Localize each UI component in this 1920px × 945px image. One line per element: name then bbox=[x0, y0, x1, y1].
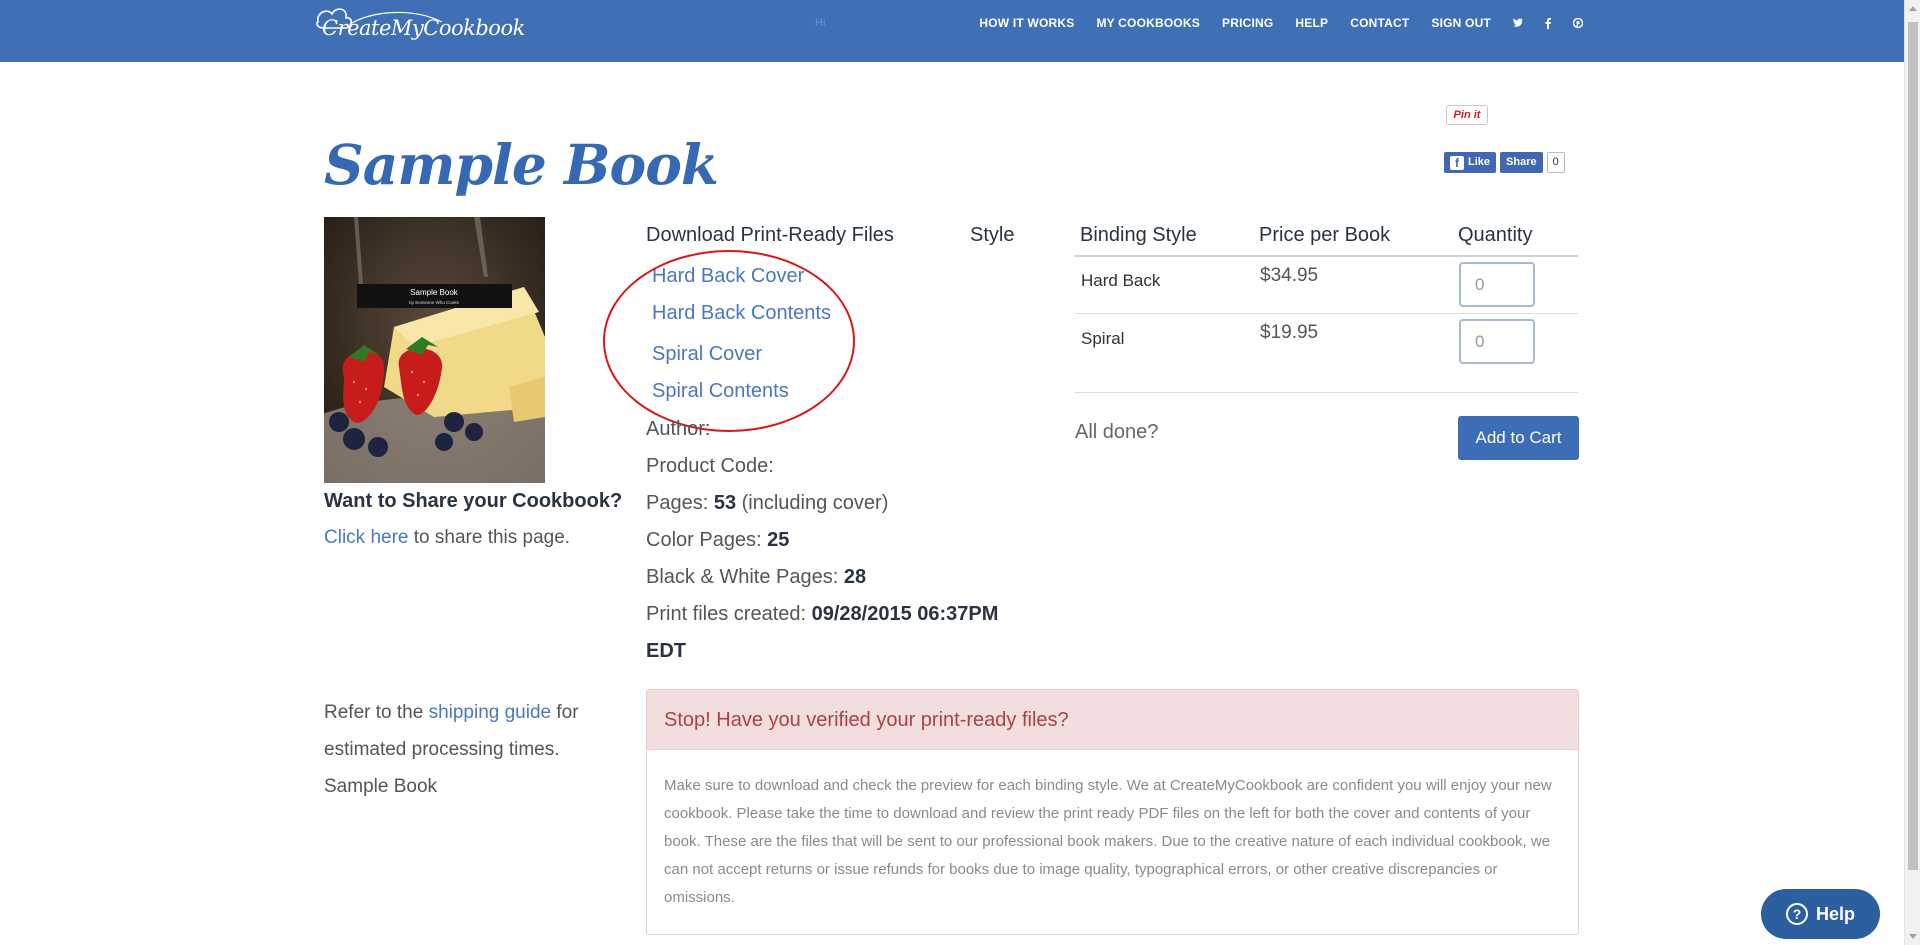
cover-subtitle: by Someone Who Cooks bbox=[409, 300, 460, 305]
meta-author: Author: bbox=[646, 418, 711, 440]
facebook-share-button[interactable]: Share bbox=[1500, 152, 1543, 173]
page-title: Sample Book bbox=[324, 132, 719, 197]
scrollbar-thumb[interactable] bbox=[1908, 22, 1918, 870]
bw-pages-value: 28 bbox=[843, 566, 867, 588]
bw-pages-label: Black & White Pages: bbox=[646, 566, 844, 588]
pages-suffix: (including cover) bbox=[736, 492, 889, 514]
color-pages-value: 25 bbox=[767, 529, 790, 551]
table-header-divider bbox=[1075, 255, 1578, 257]
meta-bw-pages: Black & White Pages: 28 bbox=[646, 566, 866, 589]
binding-row-spiral-style: Spiral bbox=[1081, 329, 1125, 348]
downloads-style-heading: Style bbox=[970, 224, 1015, 246]
nav-pricing[interactable]: PRICING bbox=[1222, 16, 1273, 30]
meta-color-pages: Color Pages: 25 bbox=[646, 529, 789, 552]
alert-title: Stop! Have you verified your print-ready… bbox=[647, 690, 1578, 750]
created-timezone: EDT bbox=[646, 640, 686, 662]
shipping-guide-link[interactable]: shipping guide bbox=[429, 702, 552, 723]
twitter-icon[interactable] bbox=[1513, 17, 1523, 29]
help-label: Help bbox=[1815, 903, 1855, 924]
all-done-label: All done? bbox=[1075, 421, 1159, 443]
shipping-before-text: Refer to the bbox=[324, 702, 429, 723]
like-label: Like bbox=[1468, 156, 1491, 168]
shipping-book-name: Sample Book bbox=[324, 776, 438, 797]
verify-files-alert: Stop! Have you verified your print-ready… bbox=[646, 689, 1579, 935]
share-count: 0 bbox=[1546, 152, 1565, 173]
header-price-per-book: Price per Book bbox=[1259, 224, 1391, 246]
spiral-quantity-input[interactable] bbox=[1459, 319, 1535, 364]
header-quantity: Quantity bbox=[1458, 224, 1533, 246]
scroll-down-arrow-icon[interactable] bbox=[1909, 934, 1917, 939]
facebook-share-widget: f Like Share 0 bbox=[1444, 152, 1565, 173]
share-heading: Want to Share your Cookbook? bbox=[324, 490, 623, 512]
share-text: Click here to share this page. bbox=[324, 527, 570, 549]
pinterest-icon[interactable] bbox=[1573, 17, 1583, 29]
add-to-cart-button[interactable]: Add to Cart bbox=[1458, 416, 1579, 460]
color-pages-label: Color Pages: bbox=[646, 529, 768, 551]
vertical-scrollbar[interactable] bbox=[1904, 0, 1920, 945]
facebook-like-button[interactable]: f Like bbox=[1444, 152, 1497, 173]
created-value: 09/28/2015 06:37PM bbox=[811, 603, 999, 625]
nav-help[interactable]: HELP bbox=[1295, 16, 1328, 30]
meta-product-code: Product Code: bbox=[646, 455, 774, 477]
facebook-icon: f bbox=[1450, 155, 1464, 170]
greeting-text: Hi bbox=[815, 17, 826, 29]
top-nav-bar: CreateMyCookbook Hi HOW IT WORKS MY COOK… bbox=[0, 0, 1904, 62]
question-mark-icon: ? bbox=[1785, 903, 1808, 925]
binding-row-spiral-price: $19.95 bbox=[1260, 322, 1319, 343]
downloads-heading: Download Print-Ready Files bbox=[646, 224, 894, 246]
nav-contact[interactable]: CONTACT bbox=[1350, 16, 1409, 30]
main-nav: HOW IT WORKS MY COOKBOOKS PRICING HELP C… bbox=[979, 0, 1583, 46]
cookbook-cover-image: Sample Book by Someone Who Cooks bbox=[324, 217, 545, 483]
shipping-info: Refer to the shipping guide for estimate… bbox=[324, 694, 614, 805]
share-after-text: to share this page. bbox=[408, 527, 571, 548]
binding-row-hard-back-style: Hard Back bbox=[1081, 271, 1161, 290]
pages-value: 53 bbox=[713, 492, 737, 514]
hard-back-quantity-input[interactable] bbox=[1459, 262, 1535, 307]
nav-how-it-works[interactable]: HOW IT WORKS bbox=[979, 16, 1074, 30]
help-widget-button[interactable]: ? Help bbox=[1761, 889, 1880, 939]
scroll-up-arrow-icon[interactable] bbox=[1909, 6, 1917, 11]
created-label: Print files created: bbox=[646, 603, 812, 625]
alert-body: Make sure to download and check the prev… bbox=[664, 777, 1552, 906]
nav-sign-out[interactable]: SIGN OUT bbox=[1431, 16, 1491, 30]
meta-created: Print files created: 09/28/2015 06:37PM bbox=[646, 603, 998, 626]
table-row-divider bbox=[1075, 313, 1578, 314]
table-bottom-divider bbox=[1075, 392, 1578, 393]
site-logo[interactable]: CreateMyCookbook bbox=[314, 4, 525, 50]
meta-pages: Pages: 53 (including cover) bbox=[646, 492, 888, 515]
logo-text: CreateMyCookbook bbox=[322, 16, 525, 40]
binding-row-hard-back-price: $34.95 bbox=[1260, 265, 1319, 286]
nav-my-cookbooks[interactable]: MY COOKBOOKS bbox=[1096, 16, 1200, 30]
cover-title: Sample Book bbox=[410, 288, 459, 297]
header-binding-style: Binding Style bbox=[1080, 224, 1197, 246]
pin-it-button[interactable]: Pin it bbox=[1446, 105, 1488, 125]
pages-label: Pages: bbox=[646, 492, 714, 514]
share-link[interactable]: Click here bbox=[324, 527, 408, 548]
meta-created-tz: EDT bbox=[646, 640, 686, 663]
red-highlight-circle bbox=[603, 250, 855, 432]
facebook-icon[interactable] bbox=[1543, 17, 1553, 29]
